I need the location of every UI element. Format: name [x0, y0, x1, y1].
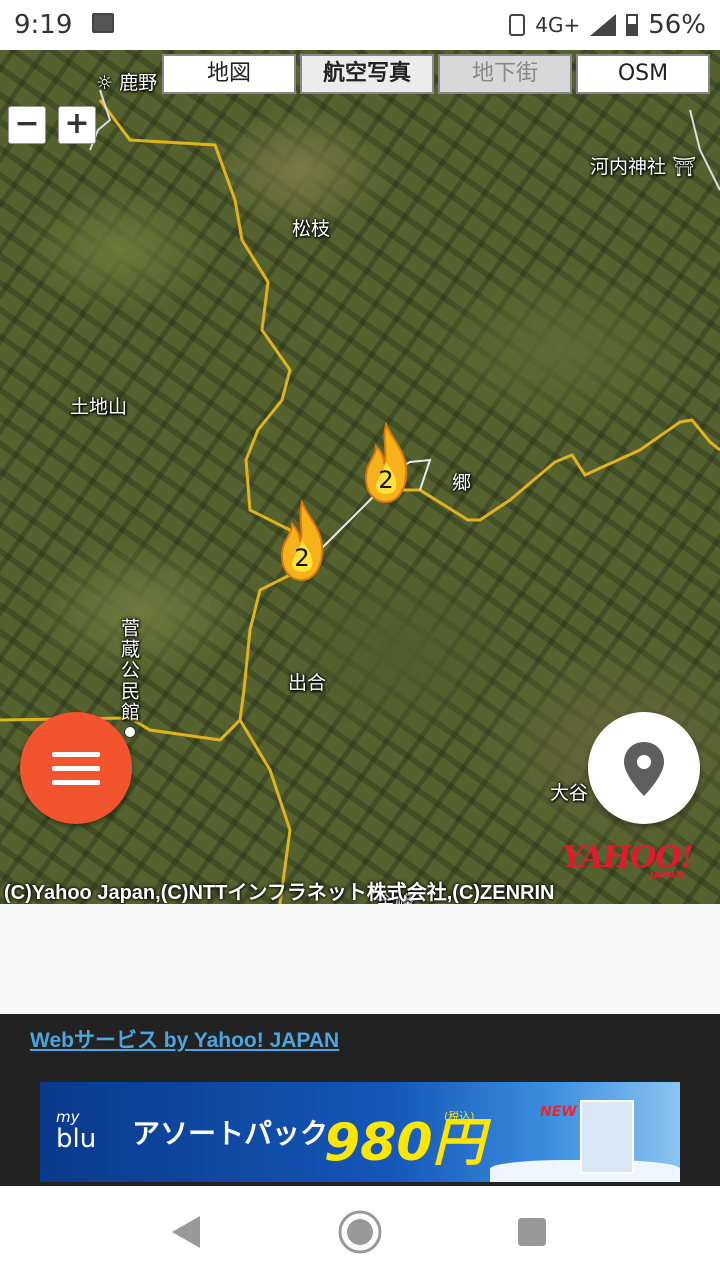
ad-product-image	[580, 1100, 634, 1174]
navigation-bar	[0, 1186, 720, 1280]
map-label-kawachi-shrine-text: 河内神社	[590, 156, 667, 178]
signal-icon	[590, 14, 617, 36]
map-label-deai: 出合	[288, 672, 327, 694]
advertisement-banner[interactable]: my blu アソートパック 980円 (税込) NEW	[40, 1082, 680, 1182]
torii-icon: ⛩	[672, 156, 697, 178]
zoom-out-button[interactable]: −	[8, 106, 46, 144]
home-icon[interactable]	[336, 1208, 384, 1256]
map-label-go: 郷	[452, 472, 472, 494]
map-label-kanoya-text: 鹿野	[119, 72, 158, 94]
map-label-suganura-hall: 菅蔵公民館	[118, 618, 140, 723]
yahoo-logo-sub: JAPAN	[650, 870, 684, 881]
location-pin-icon	[624, 742, 664, 796]
map-label-oya: 大谷	[550, 782, 589, 804]
tab-underground[interactable]: 地下街	[438, 54, 572, 94]
hamburger-icon	[52, 780, 100, 785]
blank-area	[0, 904, 720, 1014]
fire-cluster-marker[interactable]: 2	[358, 422, 414, 504]
menu-button[interactable]	[20, 712, 132, 824]
ad-brand-text: blu	[56, 1124, 97, 1154]
status-icons: 4G+ 56%	[509, 10, 706, 40]
tab-osm[interactable]: OSM	[576, 54, 710, 94]
network-type: 4G+	[535, 13, 581, 37]
ad-new-badge: NEW	[540, 1104, 577, 1120]
ad-tax-note: (税込)	[444, 1110, 475, 1123]
tab-aerial-photo[interactable]: 航空写真	[300, 54, 434, 94]
zoom-in-button[interactable]: +	[58, 106, 96, 144]
map-label-matsueda: 松枝	[292, 218, 331, 240]
layer-tabs: 地図 航空写真 地下街 OSM	[162, 54, 710, 94]
ad-brand: my blu	[56, 1106, 96, 1152]
back-icon[interactable]	[170, 1214, 202, 1250]
battery-icon	[626, 14, 639, 36]
footer: Webサービス by Yahoo! JAPAN my blu アソートパック 9…	[0, 1014, 720, 1186]
battery-percent: 56%	[648, 10, 706, 40]
tab-map[interactable]: 地図	[162, 54, 296, 94]
map-label-kawachi-shrine: 河内神社 ⛩	[590, 152, 696, 179]
yahoo-web-service-link[interactable]: Webサービス by Yahoo! JAPAN	[30, 1024, 339, 1054]
hall-marker-icon	[124, 726, 136, 738]
ad-title: アソートパック	[132, 1117, 329, 1150]
image-notification-icon	[92, 13, 114, 33]
status-bar: 9:19 4G+ 56%	[0, 0, 720, 50]
map-copyright: (C)Yahoo Japan,(C)NTTインフラネット株式会社,(C)ZENR…	[4, 882, 555, 904]
current-location-button[interactable]	[588, 712, 700, 824]
map-label-kanoya: ☼ 鹿野	[96, 72, 158, 94]
hamburger-icon	[52, 766, 100, 771]
fire-cluster-marker[interactable]: 2	[274, 500, 330, 582]
recents-icon[interactable]	[516, 1216, 548, 1248]
cluster-count: 2	[294, 544, 310, 572]
status-time: 9:19	[14, 10, 73, 40]
cluster-count: 2	[378, 466, 394, 494]
vibrate-icon	[509, 14, 526, 36]
map-label-tochiyama: 土地山	[70, 396, 128, 418]
hamburger-icon	[52, 752, 100, 757]
